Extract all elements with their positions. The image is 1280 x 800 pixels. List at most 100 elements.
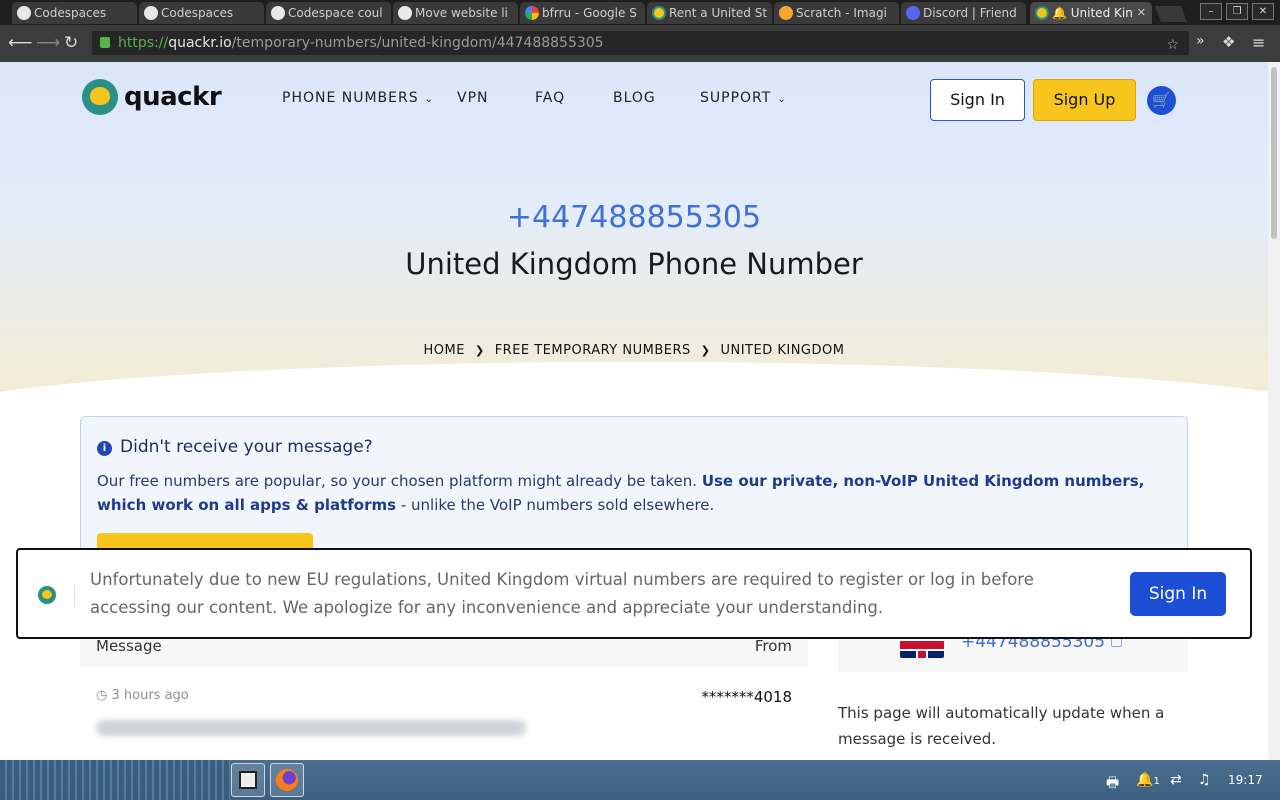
sign-in-button[interactable]: Sign In [930, 79, 1025, 121]
tab-title: Codespaces [34, 6, 107, 20]
nav-label: SUPPORT [700, 90, 772, 106]
banner-message: Unfortunately due to new EU regulations,… [90, 570, 1034, 617]
registration-banner: Unfortunately due to new EU regulations,… [16, 548, 1252, 639]
music-note-icon[interactable]: ♫ [1198, 772, 1211, 788]
tab-title: Move website li [415, 6, 508, 20]
github-icon [144, 6, 158, 20]
quackr-icon [652, 6, 666, 20]
info-icon: i [97, 441, 112, 456]
bookmark-star-icon[interactable]: ☆ [1166, 33, 1179, 57]
tab-title: bfrru - Google S [542, 6, 637, 20]
tab-rent-united[interactable]: Rent a United St [647, 2, 772, 24]
breadcrumb-home[interactable]: HOME [424, 343, 465, 358]
nav-faq[interactable]: FAQ [535, 90, 565, 106]
file-cabinet-icon [239, 771, 257, 789]
workspace-switcher[interactable] [0, 760, 230, 800]
github-icon [17, 6, 31, 20]
table-row: ◷ 3 hours ago *******4018 [80, 672, 808, 760]
chevron-down-icon: ⌄ [424, 94, 435, 105]
new-tab-button[interactable] [1155, 6, 1187, 22]
tab-title: Discord | Friend [923, 6, 1017, 20]
tab-discord[interactable]: Discord | Friend [901, 2, 1026, 24]
cart-icon[interactable]: 🛒 [1147, 86, 1176, 115]
breadcrumb: HOME ❯ FREE TEMPORARY NUMBERS ❯ UNITED KINGD… [0, 343, 1268, 358]
tab-united-kingdom-active[interactable]: 🔔 United Kin ✕ [1030, 2, 1152, 24]
clock[interactable]: 19:17 [1228, 773, 1263, 787]
page-title: United Kingdom Phone Number [405, 247, 863, 281]
close-tab-icon[interactable]: ✕ [1137, 2, 1146, 24]
tab-title: Codespaces [161, 6, 234, 20]
duck-logo-icon [82, 79, 118, 115]
chevron-right-icon: ❯ [700, 344, 711, 357]
toolbar: ⟵ ⟶ ↻ https://quackr.io/temporary-number… [0, 25, 1280, 62]
logo-text: quackr [124, 82, 222, 112]
minimize-icon[interactable]: – [1200, 3, 1222, 20]
taskbar: 🖶 🔔1 ⇄ ♫ 19:17 [0, 760, 1280, 800]
duck-logo-icon [38, 586, 56, 604]
tab-google-search[interactable]: bfrru - Google S [520, 2, 645, 24]
divider [74, 586, 75, 606]
sign-up-button[interactable]: Sign Up [1033, 79, 1136, 121]
back-icon[interactable]: ⟵ [8, 33, 32, 53]
banner-sign-in-button[interactable]: Sign In [1130, 572, 1226, 616]
column-message: Message [96, 637, 162, 655]
forward-icon[interactable]: ⟶ [36, 33, 60, 53]
breadcrumb-free-numbers[interactable]: FREE TEMPORARY NUMBERS [495, 343, 691, 358]
quackr-icon [1035, 6, 1049, 20]
nav-label: FAQ [535, 90, 566, 106]
extensions-chevron-icon[interactable]: » [1196, 33, 1205, 49]
tab-scratch[interactable]: Scratch - Imagi [774, 2, 899, 24]
tab-title: Scratch - Imagi [796, 6, 887, 20]
tab-codespaces-2[interactable]: Codespaces [139, 2, 264, 24]
message-time: ◷ 3 hours ago [96, 688, 189, 703]
url-path: /temporary-numbers/united-kingdom/447488… [231, 35, 604, 51]
reload-icon[interactable]: ↻ [64, 33, 78, 53]
printer-icon[interactable]: 🖶 [1106, 772, 1119, 796]
message-time-text: 3 hours ago [111, 688, 189, 703]
number-sidebar: +447488855305 This page will automatical… [838, 627, 1188, 760]
phone-number-heading: +447488855305 [506, 200, 762, 235]
firefox-button[interactable] [270, 763, 304, 797]
notice-body: Our free numbers are popular, so your ch… [97, 469, 1177, 517]
tab-codespace-could[interactable]: Codespace coul [266, 2, 391, 24]
lock-icon [100, 37, 110, 48]
google-icon [525, 6, 539, 20]
file-manager-button[interactable] [231, 763, 265, 797]
notice-body-tail: - unlike the VoIP numbers sold elsewhere… [396, 496, 715, 514]
discord-icon [906, 6, 920, 20]
address-bar[interactable]: https://quackr.io/temporary-numbers/unit… [92, 31, 1189, 55]
github-icon [271, 6, 285, 20]
firefox-icon [276, 769, 298, 791]
scratch-icon [779, 6, 793, 20]
nav-label: VPN [457, 90, 489, 106]
nav-support[interactable]: SUPPORT ⌄ [700, 90, 787, 106]
tab-codespaces-1[interactable]: Codespaces [12, 2, 137, 24]
github-icon [398, 6, 412, 20]
url-host: quackr.io [168, 35, 232, 51]
chevron-right-icon: ❯ [474, 344, 485, 357]
page-viewport: quackr PHONE NUMBERS ⌄ VPN FAQ BLOG SUPPO… [0, 62, 1268, 760]
window-controls: – ❐ ✕ [1200, 3, 1274, 20]
tab-title: Codespace coul [288, 6, 383, 20]
notice-body-plain: Our free numbers are popular, so your ch… [97, 472, 702, 490]
tab-move-website[interactable]: Move website li [393, 2, 518, 24]
nav-phone-numbers[interactable]: PHONE NUMBERS ⌄ [282, 90, 434, 106]
chevron-down-icon: ⌄ [777, 94, 787, 105]
column-from: From [754, 637, 792, 655]
nav-vpn[interactable]: VPN [457, 90, 489, 106]
logo[interactable]: quackr [82, 79, 222, 115]
menu-icon[interactable]: ≡ [1252, 33, 1265, 52]
scrollbar-thumb[interactable] [1271, 67, 1277, 239]
close-window-icon[interactable]: ✕ [1252, 3, 1274, 20]
puzzle-extension-icon[interactable]: ❖ [1222, 33, 1235, 51]
nav-blog[interactable]: BLOG [613, 90, 656, 106]
breadcrumb-current: UNITED KINGDOM [720, 343, 845, 358]
message-from: *******4018 [701, 688, 792, 706]
restore-icon[interactable]: ❐ [1226, 3, 1248, 20]
network-icon[interactable]: ⇄ [1170, 772, 1182, 788]
notification-bell-icon[interactable]: 🔔1 [1136, 772, 1160, 788]
auto-update-note: This page will automatically update when… [838, 704, 1165, 748]
notice-heading-text: Didn't receive your message? [120, 437, 373, 457]
nav-label: BLOG [613, 90, 656, 106]
scrollbar[interactable] [1268, 62, 1280, 760]
